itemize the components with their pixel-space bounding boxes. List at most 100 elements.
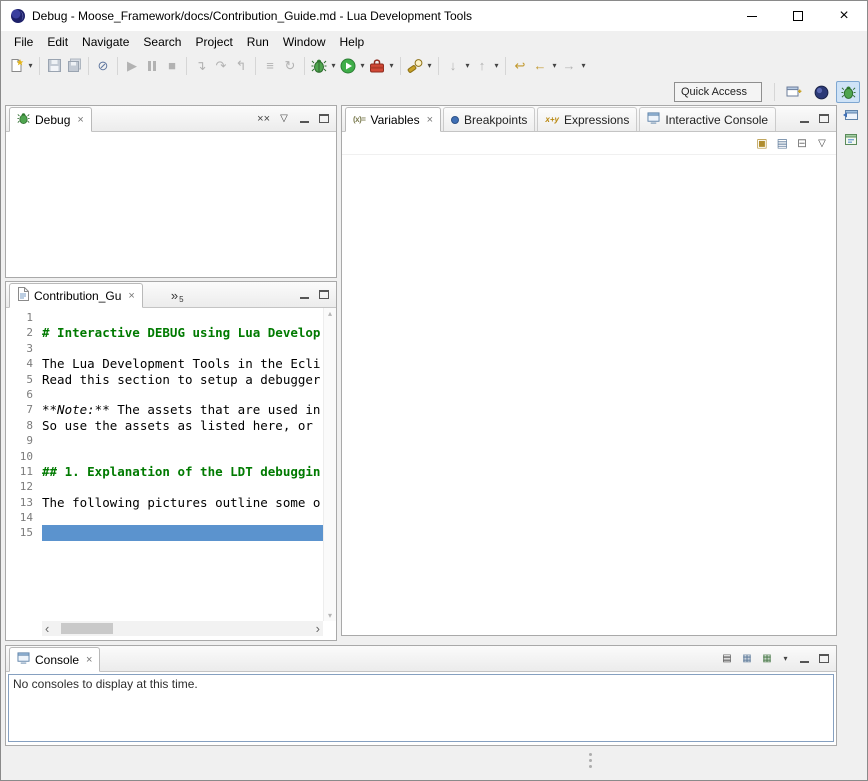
new-wizard-button[interactable]: [6, 55, 26, 77]
new-wizard-dropdown[interactable]: ▾: [26, 61, 35, 70]
variables-content[interactable]: [342, 155, 836, 635]
code-line[interactable]: [42, 525, 323, 540]
scroll-down-icon[interactable]: ▾: [328, 611, 332, 620]
debug-launch-button[interactable]: [309, 55, 329, 77]
save-button[interactable]: [44, 55, 64, 77]
step-return-button[interactable]: ↰: [231, 55, 251, 77]
debug-view-minimize-icon[interactable]: [298, 111, 310, 127]
external-tools-button[interactable]: [367, 55, 387, 77]
code-line[interactable]: [42, 449, 323, 464]
previous-annotation-button[interactable]: ↑: [472, 55, 492, 77]
console-content[interactable]: No consoles to display at this time.: [8, 674, 834, 742]
search-dropdown[interactable]: ▾: [425, 61, 434, 70]
perspective-ldt-button[interactable]: [809, 81, 833, 103]
tab-variables-close-icon[interactable]: ×: [427, 114, 433, 126]
tab-interactive-console[interactable]: Interactive Console: [639, 107, 776, 131]
editor-lines[interactable]: # Interactive DEBUG using Lua Develop The…: [42, 308, 323, 621]
back-dropdown[interactable]: ▾: [550, 61, 559, 70]
next-annotation-dropdown[interactable]: ▾: [463, 61, 472, 70]
menu-search[interactable]: Search: [136, 33, 188, 51]
menu-window[interactable]: Window: [276, 33, 333, 51]
open-perspective-button[interactable]: [782, 81, 806, 103]
code-line[interactable]: **Note:** The assets that are used in: [42, 402, 323, 417]
menu-navigate[interactable]: Navigate: [75, 33, 136, 51]
tab-variables[interactable]: (x)= Variables ×: [345, 107, 441, 132]
remove-terminated-launches-icon[interactable]: ××: [257, 111, 270, 127]
tab-expressions[interactable]: x+y Expressions: [537, 107, 637, 131]
editor-vertical-scrollbar[interactable]: ▴ ▾: [323, 308, 336, 621]
perspective-debug-button[interactable]: [836, 81, 860, 103]
resume-button[interactable]: ▶: [122, 55, 142, 77]
code-line[interactable]: [42, 433, 323, 448]
step-into-button[interactable]: ↴: [191, 55, 211, 77]
code-line[interactable]: [42, 341, 323, 356]
code-line[interactable]: [42, 387, 323, 402]
editor-tab-contribution-guide[interactable]: Contribution_Gu ×: [9, 283, 143, 308]
menu-help[interactable]: Help: [333, 33, 372, 51]
external-tools-dropdown[interactable]: ▾: [387, 61, 396, 70]
editor-maximize-icon[interactable]: [318, 287, 330, 303]
code-line[interactable]: The following pictures outline some o: [42, 495, 323, 510]
restore-minimized-views-icon[interactable]: [843, 107, 859, 122]
editor-horizontal-scrollbar[interactable]: ‹ ›: [42, 621, 323, 636]
variables-view-menu-icon[interactable]: ▽: [816, 135, 828, 151]
editor-tab-overflow-chevron[interactable]: » 5: [165, 286, 190, 307]
open-console-icon[interactable]: ▦: [761, 651, 773, 667]
code-line[interactable]: # Interactive DEBUG using Lua Develop: [42, 325, 323, 340]
step-over-button[interactable]: ↷: [211, 55, 231, 77]
console-minimize-icon[interactable]: [798, 651, 810, 667]
forward-button[interactable]: →: [559, 55, 579, 77]
scroll-right-icon[interactable]: ›: [316, 621, 320, 636]
scroll-left-icon[interactable]: ‹: [45, 621, 49, 636]
code-line[interactable]: [42, 510, 323, 525]
editor-tab-close-icon[interactable]: ×: [128, 290, 134, 302]
trim-drag-grip[interactable]: [589, 753, 592, 768]
scroll-up-icon[interactable]: ▴: [328, 309, 332, 318]
display-selected-console-icon[interactable]: ▦: [741, 651, 753, 667]
show-logical-structures-icon[interactable]: ▣: [756, 137, 767, 149]
collapse-all-icon[interactable]: ⊟: [797, 137, 807, 149]
menu-project[interactable]: Project: [188, 33, 239, 51]
code-line[interactable]: The Lua Development Tools in the Ecli: [42, 356, 323, 371]
terminate-button[interactable]: ■: [162, 55, 182, 77]
code-line[interactable]: [42, 310, 323, 325]
run-launch-dropdown[interactable]: ▾: [358, 61, 367, 70]
forward-dropdown[interactable]: ▾: [579, 61, 588, 70]
menu-file[interactable]: File: [7, 33, 40, 51]
scrollbar-thumb[interactable]: [61, 623, 113, 634]
next-annotation-button[interactable]: ↓: [443, 55, 463, 77]
window-minimize-button[interactable]: [729, 1, 775, 31]
skip-all-breakpoints-button[interactable]: ⊘: [93, 55, 113, 77]
code-line[interactable]: So use the assets as listed here, or: [42, 418, 323, 433]
menu-run[interactable]: Run: [240, 33, 276, 51]
variables-maximize-icon[interactable]: [818, 111, 830, 127]
run-launch-button[interactable]: [338, 55, 358, 77]
restart-button[interactable]: ↻: [280, 55, 300, 77]
code-line[interactable]: Read this section to setup a debugger: [42, 372, 323, 387]
tab-console-close-icon[interactable]: ×: [86, 654, 92, 666]
window-maximize-button[interactable]: [775, 1, 821, 31]
suspend-button[interactable]: [142, 55, 162, 77]
debug-view-maximize-icon[interactable]: [318, 111, 330, 127]
debug-view-content[interactable]: [6, 132, 336, 277]
search-button[interactable]: [405, 55, 425, 77]
minimized-view-icon[interactable]: [843, 132, 859, 147]
open-console-dropdown[interactable]: ▾: [781, 654, 790, 663]
save-all-button[interactable]: [64, 55, 84, 77]
tab-debug[interactable]: Debug ×: [9, 107, 92, 132]
variables-minimize-icon[interactable]: [798, 111, 810, 127]
last-edit-location-button[interactable]: ↩: [510, 55, 530, 77]
editor-minimize-icon[interactable]: [298, 287, 310, 303]
debug-view-menu-icon[interactable]: ▽: [278, 111, 290, 127]
console-maximize-icon[interactable]: [818, 651, 830, 667]
tab-console[interactable]: Console ×: [9, 647, 100, 672]
quick-access-box[interactable]: Quick Access: [674, 82, 762, 102]
window-close-button[interactable]: ×: [821, 1, 867, 31]
code-line[interactable]: ## 1. Explanation of the LDT debuggin: [42, 464, 323, 479]
tab-breakpoints[interactable]: Breakpoints: [443, 107, 535, 131]
back-button[interactable]: ←: [530, 55, 550, 77]
code-line[interactable]: [42, 479, 323, 494]
show-columns-icon[interactable]: ▤: [777, 137, 788, 149]
debug-launch-dropdown[interactable]: ▾: [329, 61, 338, 70]
tab-debug-close-icon[interactable]: ×: [77, 114, 83, 126]
